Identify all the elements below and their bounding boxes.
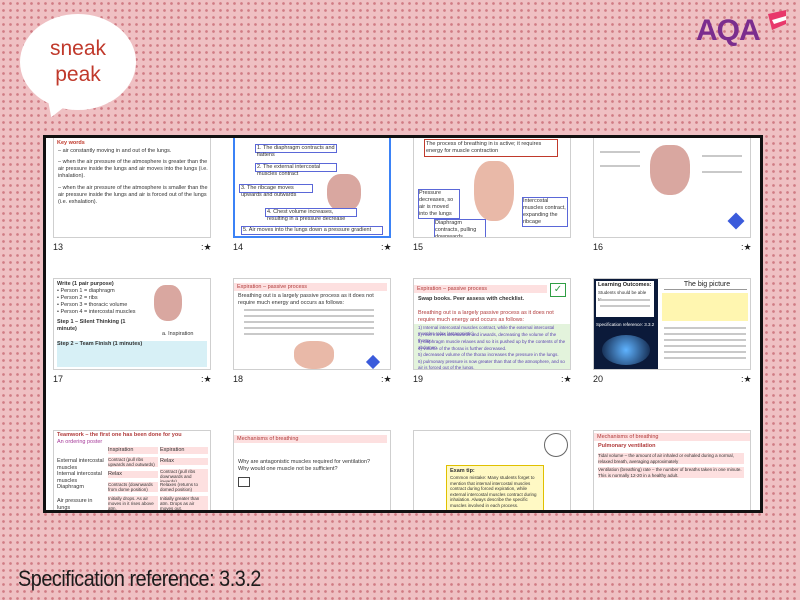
slide-20-lo-title: Learning Outcomes: <box>598 282 652 288</box>
slide-14-star-icon[interactable]: :★ <box>381 242 392 253</box>
slide-17-line-6: Step 1 – Silent Thinking (1 minute) <box>57 319 126 332</box>
slide-19-star-icon[interactable]: :★ <box>561 374 572 385</box>
bubble-line-1: sneak <box>49 37 107 60</box>
slide-17-star-icon[interactable]: :★ <box>201 374 212 385</box>
slide-14-step-1: 1. The diaphragm contracts and flattens <box>255 144 337 158</box>
slide-16-pencil-icon <box>727 212 745 230</box>
slide-22[interactable]: Mechanisms of breathing Why are antagoni… <box>233 430 391 510</box>
slide-17-caption: a. Inspiration <box>162 331 194 337</box>
slide-13-bullet-3: – when the air pressure of the atmospher… <box>58 185 208 205</box>
slide-16-number: 16 <box>593 242 604 252</box>
slide-14-step-3: 3. The ribcage moves upwards and outward… <box>239 184 313 198</box>
slide-17-diagram-image <box>154 285 182 321</box>
slide-20-number: 20 <box>593 374 604 384</box>
slide-19-number: 19 <box>413 374 424 384</box>
specification-reference: Specification reference: 3.3.2 <box>18 566 261 591</box>
slide-15[interactable]: The process of breathing in is active; i… <box>413 138 571 238</box>
slide-15-title: The process of breathing in is active; i… <box>424 139 558 157</box>
slide-16[interactable] <box>593 138 751 238</box>
slide-19-intro: Breathing out is a largely passive proce… <box>418 310 554 323</box>
slide-18-diagram-image <box>294 341 334 369</box>
aqa-logo-text: AQA <box>696 14 760 47</box>
slide-18-number: 18 <box>233 374 244 384</box>
slide-17-line-1: Write (1 pair purpose) <box>57 281 114 287</box>
slide-22-pencil-icon <box>238 477 250 487</box>
slide-14-step-2: 2. The external intercostal muscles cont… <box>255 163 337 177</box>
slide-19-check-icon: ✓ <box>550 283 566 297</box>
slide-17-line-7: Step 2 – Team Finish (1 minutes) <box>57 341 207 367</box>
slide-18[interactable]: Expiration – passive process Breathing o… <box>233 278 391 370</box>
slide-17-line-3: • Person 2 = ribs <box>57 295 98 301</box>
slide-24-def-1: Tidal volume – the amount of air inhaled… <box>598 453 744 464</box>
slide-20-star-icon[interactable]: :★ <box>741 374 752 385</box>
slide-19[interactable]: Expiration – passive process ✓ Swap book… <box>413 278 571 370</box>
slide-16-star-icon[interactable]: :★ <box>741 242 752 253</box>
slide-13-star-icon[interactable]: :★ <box>201 242 212 253</box>
slide-14-step-5: 5. Air moves into the lungs down a press… <box>241 226 383 235</box>
slide-13[interactable]: Key words – air constantly moving in and… <box>53 138 211 238</box>
slide-14[interactable]: 1. The diaphragm contracts and flattens … <box>233 138 391 238</box>
slide-20-title: The big picture <box>664 281 747 290</box>
slide-23-clipboard-icon <box>544 433 568 457</box>
slide-18-pencil-icon <box>365 354 381 369</box>
slide-24-def-2: Ventilation (breathing) rate – the numbe… <box>598 467 744 478</box>
bubble-body: sneak peak <box>20 14 136 110</box>
slide-18-star-icon[interactable]: :★ <box>381 374 392 385</box>
slide-24-title-bar: Mechanisms of breathing <box>594 433 750 441</box>
slide-17-line-5: • Person 4 = intercostal muscles <box>57 309 136 315</box>
slide-20[interactable]: Learning Outcomes: Students should be ab… <box>593 278 751 370</box>
slide-21-sub: An ordering poster <box>57 439 103 445</box>
slide-19-green-note: Swap books. Peer assess with checklist. <box>418 296 525 302</box>
slide-24-heading: Pulmonary ventilation <box>598 443 656 449</box>
slide-21-col-1: Inspiration <box>108 447 158 454</box>
slide-19-title-bar: Expiration – passive process <box>414 285 547 293</box>
slide-22-question: Why are antagonistic muscles required fo… <box>238 459 371 472</box>
slide-22-title-bar: Mechanisms of breathing <box>234 435 387 443</box>
slide-16-lungs-image <box>650 145 690 195</box>
slide-21-col-2: Expiration <box>160 447 208 454</box>
slide-19-green-panel: 1) Internal intercostal muscles contract… <box>414 324 570 369</box>
slide-13-bullet-2: – when the air pressure of the atmospher… <box>58 159 208 179</box>
slide-18-intro: Breathing out is a largely passive proce… <box>238 293 374 306</box>
slide-23-exam-tip: Exam tip: Common mistake: Many students … <box>446 465 544 510</box>
slide-14-step-4: 4. Chest volume increases, resulting in … <box>265 208 357 222</box>
slide-21-title: Teamwork – the first one has been done f… <box>57 432 182 438</box>
slide-15-number: 15 <box>413 242 424 252</box>
slide-15-caption-3: Diaphragm contracts, pulling downwards <box>434 219 486 237</box>
slide-15-caption-2: Intercostal muscles contract, expanding … <box>522 197 568 227</box>
slide-20-lo-sub: Students should be able to... <box>598 290 647 302</box>
slide-13-number: 13 <box>53 242 64 252</box>
slide-17-number: 17 <box>53 374 64 384</box>
slide-23[interactable]: Exam tip: Common mistake: Many students … <box>413 430 571 510</box>
slide-17-line-2: • Person 1 = diaphragm <box>57 288 115 294</box>
slide-17-line-4: • Person 3 = thoracic volume <box>57 302 128 308</box>
aqa-logo: AQA <box>696 10 786 47</box>
slide-14-lungs-image <box>327 174 361 212</box>
slide-20-image: Learning Outcomes: Students should be ab… <box>594 279 658 369</box>
slide-14-number: 14 <box>233 242 244 252</box>
bubble-line-2: peak <box>55 63 101 86</box>
slide-21[interactable]: Teamwork – the first one has been done f… <box>53 430 211 510</box>
slide-24[interactable]: Mechanisms of breathing Pulmonary ventil… <box>593 430 751 510</box>
slide-13-header: Key words <box>57 140 85 146</box>
slide-13-bullet-1: – air constantly moving in and out of th… <box>58 148 172 154</box>
slide-20-spec: Specification reference: 3.3.2 <box>596 322 655 327</box>
slide-15-caption-1: Pressure decreases, so air is moved into… <box>418 189 460 219</box>
slide-17[interactable]: Write (1 pair purpose) • Person 1 = diap… <box>53 278 211 370</box>
slide-15-body-image <box>474 161 514 221</box>
slide-20-lungs-glow <box>602 335 650 365</box>
slide-18-title-bar: Expiration – passive process <box>234 283 387 291</box>
slide-sorter-window: Key words – air constantly moving in and… <box>43 135 763 513</box>
